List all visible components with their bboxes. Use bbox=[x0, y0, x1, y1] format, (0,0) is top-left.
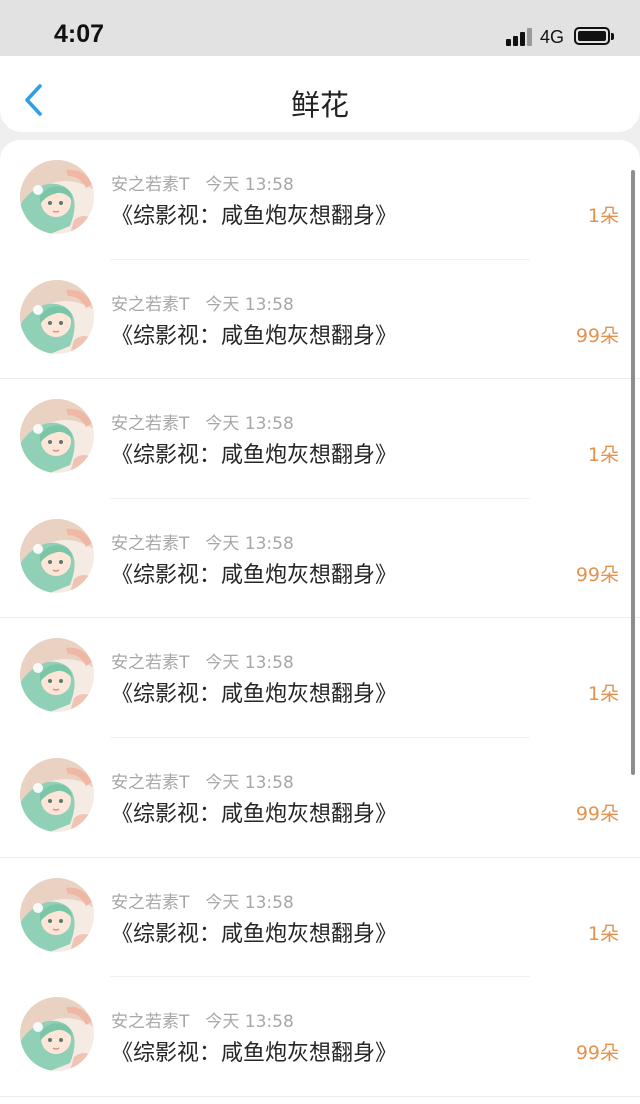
avatar[interactable] bbox=[20, 279, 94, 354]
sender-name: 安之若素T bbox=[111, 1012, 190, 1033]
timestamp: 今天 13:58 bbox=[205, 414, 294, 435]
book-title: 《综影视：咸鱼炮灰想翻身》 bbox=[111, 801, 398, 827]
sender-info: 安之若素T 今天 13:58 bbox=[111, 170, 294, 195]
sender-info: 安之若素T 今天 13:58 bbox=[111, 768, 294, 793]
sender-name: 安之若素T bbox=[111, 175, 190, 195]
sender-name: 安之若素T bbox=[111, 294, 190, 315]
row-divider bbox=[0, 1095, 640, 1097]
battery-icon bbox=[574, 27, 614, 45]
book-title: 《综影视：咸鱼炮灰想翻身》 bbox=[111, 921, 398, 947]
page-title: 鲜花 bbox=[290, 88, 349, 122]
avatar[interactable] bbox=[20, 160, 94, 234]
book-title: 《综影视：咸鱼炮灰想翻身》 bbox=[111, 562, 398, 588]
timestamp: 今天 13:58 bbox=[205, 1012, 294, 1033]
list-item[interactable]: 安之若素T 今天 13:58 《综影视：咸鱼炮灰想翻身》 99朵 bbox=[0, 977, 640, 1097]
flower-count: 99朵 bbox=[575, 1042, 619, 1065]
list-item[interactable]: 安之若素T 今天 13:58 《综影视：咸鱼炮灰想翻身》 1朵 bbox=[0, 140, 640, 260]
book-title: 《综影视：咸鱼炮灰想翻身》 bbox=[111, 1041, 398, 1067]
sender-info: 安之若素T 今天 13:58 bbox=[111, 409, 294, 434]
list-item[interactable]: 安之若素T 今天 13:58 《综影视：咸鱼炮灰想翻身》 99朵 bbox=[0, 499, 640, 619]
timestamp: 今天 13:58 bbox=[205, 892, 294, 913]
sender-info: 安之若素T 今天 13:58 bbox=[111, 290, 294, 315]
list-item[interactable]: 安之若素T 今天 13:58 《综影视：咸鱼炮灰想翻身》 1朵 bbox=[0, 379, 640, 499]
flower-count: 99朵 bbox=[575, 324, 619, 347]
book-title: 《综影视：咸鱼炮灰想翻身》 bbox=[111, 682, 398, 708]
timestamp: 今天 13:58 bbox=[205, 772, 294, 793]
sender-name: 安之若素T bbox=[111, 414, 190, 435]
book-title: 《综影视：咸鱼炮灰想翻身》 bbox=[111, 323, 398, 349]
network-type: 4G bbox=[540, 27, 565, 47]
timestamp: 今天 13:58 bbox=[205, 653, 294, 674]
flower-count: 99朵 bbox=[575, 802, 619, 825]
flower-count: 1朵 bbox=[587, 683, 619, 706]
flower-list[interactable]: 安之若素T 今天 13:58 《综影视：咸鱼炮灰想翻身》 1朵 安之若素T 今天 1… bbox=[0, 140, 640, 1104]
avatar[interactable] bbox=[20, 638, 94, 713]
sender-info: 安之若素T 今天 13:58 bbox=[111, 648, 294, 673]
avatar[interactable] bbox=[20, 997, 94, 1072]
list-item[interactable]: 安之若素T 今天 13:58 《综影视：咸鱼炮灰想翻身》 99朵 bbox=[0, 738, 640, 858]
sender-name: 安之若素T bbox=[111, 533, 190, 554]
timestamp: 今天 13:58 bbox=[205, 175, 294, 195]
avatar[interactable] bbox=[20, 399, 94, 474]
sender-name: 安之若素T bbox=[111, 772, 190, 793]
sender-info: 安之若素T 今天 13:58 bbox=[111, 529, 294, 554]
flower-count: 1朵 bbox=[587, 922, 619, 945]
flower-count: 1朵 bbox=[587, 205, 619, 227]
book-title: 《综影视：咸鱼炮灰想翻身》 bbox=[111, 204, 398, 229]
sender-name: 安之若素T bbox=[111, 892, 190, 913]
timestamp: 今天 13:58 bbox=[205, 294, 294, 315]
status-bar: 4:07 4G bbox=[0, 0, 640, 56]
sender-info: 安之若素T 今天 13:58 bbox=[111, 888, 294, 913]
avatar[interactable] bbox=[20, 757, 94, 832]
book-title: 《综影视：咸鱼炮灰想翻身》 bbox=[111, 443, 398, 469]
cellular-signal-icon bbox=[506, 28, 534, 46]
sender-name: 安之若素T bbox=[111, 653, 190, 674]
avatar[interactable] bbox=[20, 518, 94, 593]
navigation-bar: 鲜花 bbox=[0, 56, 640, 132]
sender-info: 安之若素T 今天 13:58 bbox=[111, 1007, 294, 1032]
scrollbar[interactable] bbox=[631, 170, 635, 775]
flower-count: 99朵 bbox=[575, 563, 619, 586]
avatar[interactable] bbox=[20, 877, 94, 952]
status-time: 4:07 bbox=[54, 20, 105, 48]
list-item[interactable]: 安之若素T 今天 13:58 《综影视：咸鱼炮灰想翻身》 99朵 bbox=[0, 260, 640, 380]
list-item[interactable]: 安之若素T 今天 13:58 《综影视：咸鱼炮灰想翻身》 1朵 bbox=[0, 858, 640, 978]
list-item[interactable]: 安之若素T 今天 13:58 《综影视：咸鱼炮灰想翻身》 1朵 bbox=[0, 618, 640, 738]
timestamp: 今天 13:58 bbox=[205, 533, 294, 554]
flower-count: 1朵 bbox=[587, 444, 619, 467]
